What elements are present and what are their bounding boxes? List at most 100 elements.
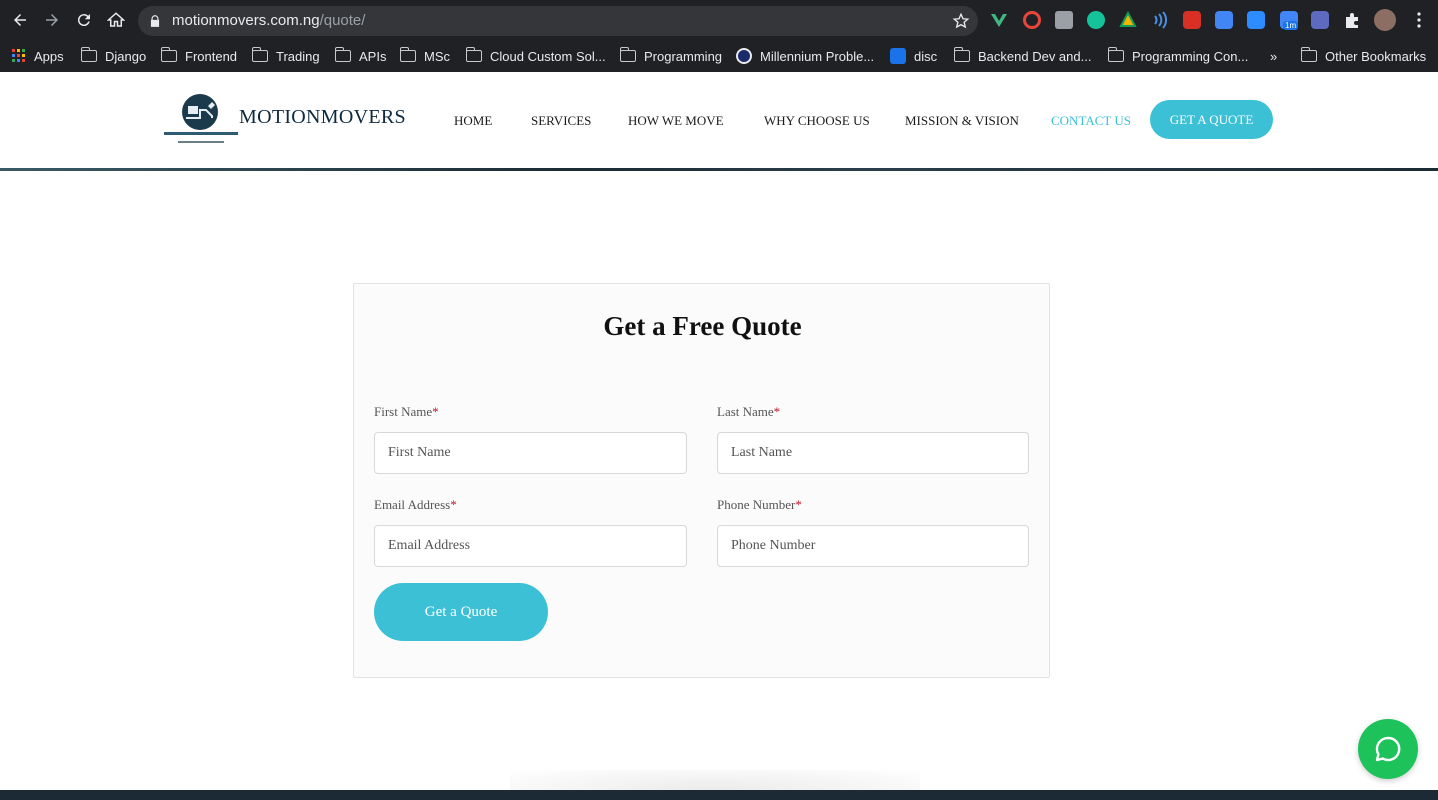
required-mark: * <box>795 497 802 512</box>
phone-label-text: Phone Number <box>717 497 796 512</box>
folder-icon <box>1300 47 1317 62</box>
folder-icon <box>1107 47 1124 62</box>
grid-extension-icon[interactable] <box>1311 11 1329 29</box>
forward-icon[interactable] <box>40 8 64 32</box>
flag-icon <box>890 48 906 64</box>
chat-bubble-icon <box>1375 736 1401 762</box>
nav-contact-us[interactable]: CONTACT US <box>1051 113 1131 129</box>
nav-home[interactable]: HOME <box>454 113 492 129</box>
email-label-text: Email Address <box>374 497 451 512</box>
bookmark-label: Programming <box>644 48 723 64</box>
extension-red-icon[interactable] <box>1023 11 1041 29</box>
first-name-label: First Name* <box>374 404 439 420</box>
vue-devtools-icon[interactable] <box>990 11 1008 29</box>
phone-field[interactable] <box>717 525 1029 567</box>
nav-services[interactable]: SERVICES <box>531 113 591 129</box>
bookmark-label: disc <box>914 48 938 64</box>
nav-how-we-move[interactable]: HOW WE MOVE <box>628 113 724 129</box>
quote-form-card: Get a Free Quote First Name* Last Name* … <box>353 283 1050 678</box>
kebab-menu-icon[interactable] <box>1410 11 1428 29</box>
bookmark-label: MSc <box>424 48 450 64</box>
browser-chrome: motionmovers.com.ng/quote/ 1m Apps Djang… <box>0 0 1438 72</box>
footer-bar <box>0 790 1438 800</box>
first-name-field[interactable] <box>374 432 687 474</box>
zoom-icon[interactable] <box>1247 11 1265 29</box>
bookmark-millennium[interactable]: Millennium Proble... <box>736 45 874 67</box>
bookmark-label: Millennium Proble... <box>760 48 875 64</box>
email-field[interactable] <box>374 525 687 567</box>
bookmark-label: Other Bookmarks <box>1325 48 1427 64</box>
timer-extension-icon[interactable]: 1m <box>1280 11 1299 30</box>
reload-icon[interactable] <box>72 8 96 32</box>
folder-icon <box>334 47 351 62</box>
bookmarks-overflow-button[interactable]: » <box>1270 45 1277 67</box>
bookmark-label: Cloud Custom Sol... <box>490 48 606 64</box>
nav-why-choose-us[interactable]: WHY CHOOSE US <box>764 113 870 129</box>
back-icon[interactable] <box>8 8 32 32</box>
overflow-icon: » <box>1270 48 1278 64</box>
chat-widget-button[interactable] <box>1358 719 1418 779</box>
translate-icon[interactable] <box>1215 11 1233 29</box>
bookmark-label: Programming Con... <box>1132 48 1249 64</box>
url-path: /quote/ <box>319 12 366 29</box>
lock-icon <box>150 15 160 27</box>
phone-label: Phone Number* <box>717 497 802 513</box>
folder-icon <box>465 47 482 62</box>
folder-icon <box>399 47 416 62</box>
url-host: motionmovers.com.ng <box>172 12 320 29</box>
required-mark: * <box>773 404 781 419</box>
wifi-signal-icon[interactable] <box>1151 11 1169 29</box>
book-icon[interactable] <box>1183 11 1201 29</box>
folder-icon <box>80 47 97 62</box>
site-icon <box>736 48 752 64</box>
bookmark-label: Frontend <box>185 48 238 64</box>
browser-toolbar: motionmovers.com.ng/quote/ 1m <box>0 0 1438 40</box>
get-quote-submit-button[interactable]: Get a Quote <box>374 583 548 641</box>
logo-icon[interactable] <box>164 92 238 148</box>
camera-icon[interactable] <box>1055 11 1073 29</box>
bookmark-star-icon[interactable] <box>952 12 970 30</box>
bookmark-django[interactable]: Django <box>80 45 147 67</box>
avatar[interactable] <box>1374 9 1396 31</box>
header-divider <box>0 168 1438 171</box>
bookmark-label: Trading <box>276 48 320 64</box>
nav-mission-vision[interactable]: MISSION & VISION <box>905 113 1019 129</box>
folder-icon <box>619 47 636 62</box>
extension-badge: 1m <box>1283 21 1299 30</box>
bookmark-label: Apps <box>34 48 64 64</box>
bookmark-disc[interactable]: disc <box>890 45 937 67</box>
footer-shadow <box>510 770 920 790</box>
grammarly-icon[interactable] <box>1087 11 1105 29</box>
bookmarks-bar: Apps Django Frontend Trading APIs MSc Cl… <box>0 40 1438 72</box>
form-title: Get a Free Quote <box>603 311 802 341</box>
required-mark: * <box>450 497 457 512</box>
bookmark-apps[interactable]: Apps <box>12 45 64 67</box>
apps-grid-icon <box>12 49 25 62</box>
bookmark-backend-dev[interactable]: Backend Dev and... <box>953 45 1092 67</box>
brand-name[interactable]: MOTIONMOVERS <box>239 106 406 129</box>
extension-tri-icon[interactable] <box>1119 10 1137 29</box>
puzzle-icon[interactable] <box>1343 11 1361 29</box>
email-label: Email Address* <box>374 497 457 513</box>
bookmark-other[interactable]: Other Bookmarks <box>1300 45 1427 67</box>
bookmark-programming-con[interactable]: Programming Con... <box>1107 45 1249 67</box>
bookmark-programming[interactable]: Programming <box>619 45 723 67</box>
first-name-label-text: First Name <box>374 404 433 419</box>
url-text: motionmovers.com.ng/quote/ <box>172 12 365 29</box>
bookmark-msc[interactable]: MSc <box>399 45 450 67</box>
last-name-label: Last Name* <box>717 404 780 420</box>
bookmark-trading[interactable]: Trading <box>251 45 320 67</box>
address-bar[interactable]: motionmovers.com.ng/quote/ <box>138 6 978 36</box>
last-name-label-text: Last Name <box>717 404 774 419</box>
home-icon[interactable] <box>104 8 128 32</box>
bookmark-label: APIs <box>359 48 387 64</box>
bookmark-cloud-custom[interactable]: Cloud Custom Sol... <box>465 45 606 67</box>
folder-icon <box>953 47 970 62</box>
bookmark-apis[interactable]: APIs <box>334 45 387 67</box>
required-mark: * <box>432 404 439 419</box>
bookmark-label: Backend Dev and... <box>978 48 1092 64</box>
bookmark-frontend[interactable]: Frontend <box>160 45 238 67</box>
bookmark-label: Django <box>105 48 147 64</box>
get-quote-header-button[interactable]: GET A QUOTE <box>1150 100 1273 139</box>
last-name-field[interactable] <box>717 432 1029 474</box>
